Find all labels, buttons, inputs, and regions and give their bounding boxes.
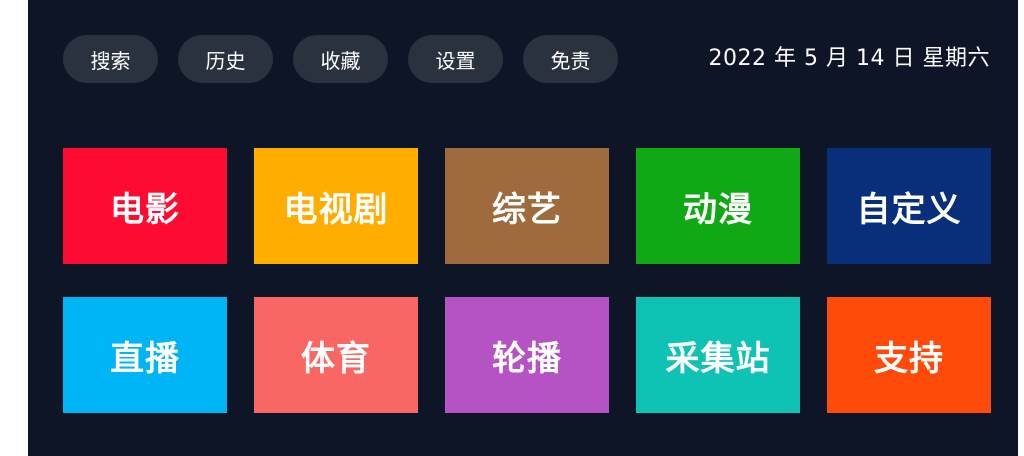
date-display: 2022 年 5 月 14 日 星期六 (708, 46, 990, 71)
tile-custom[interactable]: 自定义 (827, 148, 991, 264)
tile-support[interactable]: 支持 (827, 297, 991, 413)
tile-anime[interactable]: 动漫 (636, 148, 800, 264)
tile-collection-sites[interactable]: 采集站 (636, 297, 800, 413)
tile-live[interactable]: 直播 (63, 297, 227, 413)
tile-variety[interactable]: 综艺 (445, 148, 609, 264)
tile-movies[interactable]: 电影 (63, 148, 227, 264)
disclaimer-button[interactable]: 免责 (523, 35, 618, 83)
category-grid: 电影 电视剧 综艺 动漫 自定义 直播 体育 轮播 采集站 支持 (63, 148, 991, 413)
history-button[interactable]: 历史 (178, 35, 273, 83)
top-menu-bar: 搜索 历史 收藏 设置 免责 (63, 35, 618, 83)
settings-button[interactable]: 设置 (408, 35, 503, 83)
search-button[interactable]: 搜索 (63, 35, 158, 83)
home-screen: 搜索 历史 收藏 设置 免责 2022 年 5 月 14 日 星期六 电影 电视… (28, 0, 1018, 456)
tile-carousel[interactable]: 轮播 (445, 297, 609, 413)
tile-tv-series[interactable]: 电视剧 (254, 148, 418, 264)
tile-sports[interactable]: 体育 (254, 297, 418, 413)
favorites-button[interactable]: 收藏 (293, 35, 388, 83)
